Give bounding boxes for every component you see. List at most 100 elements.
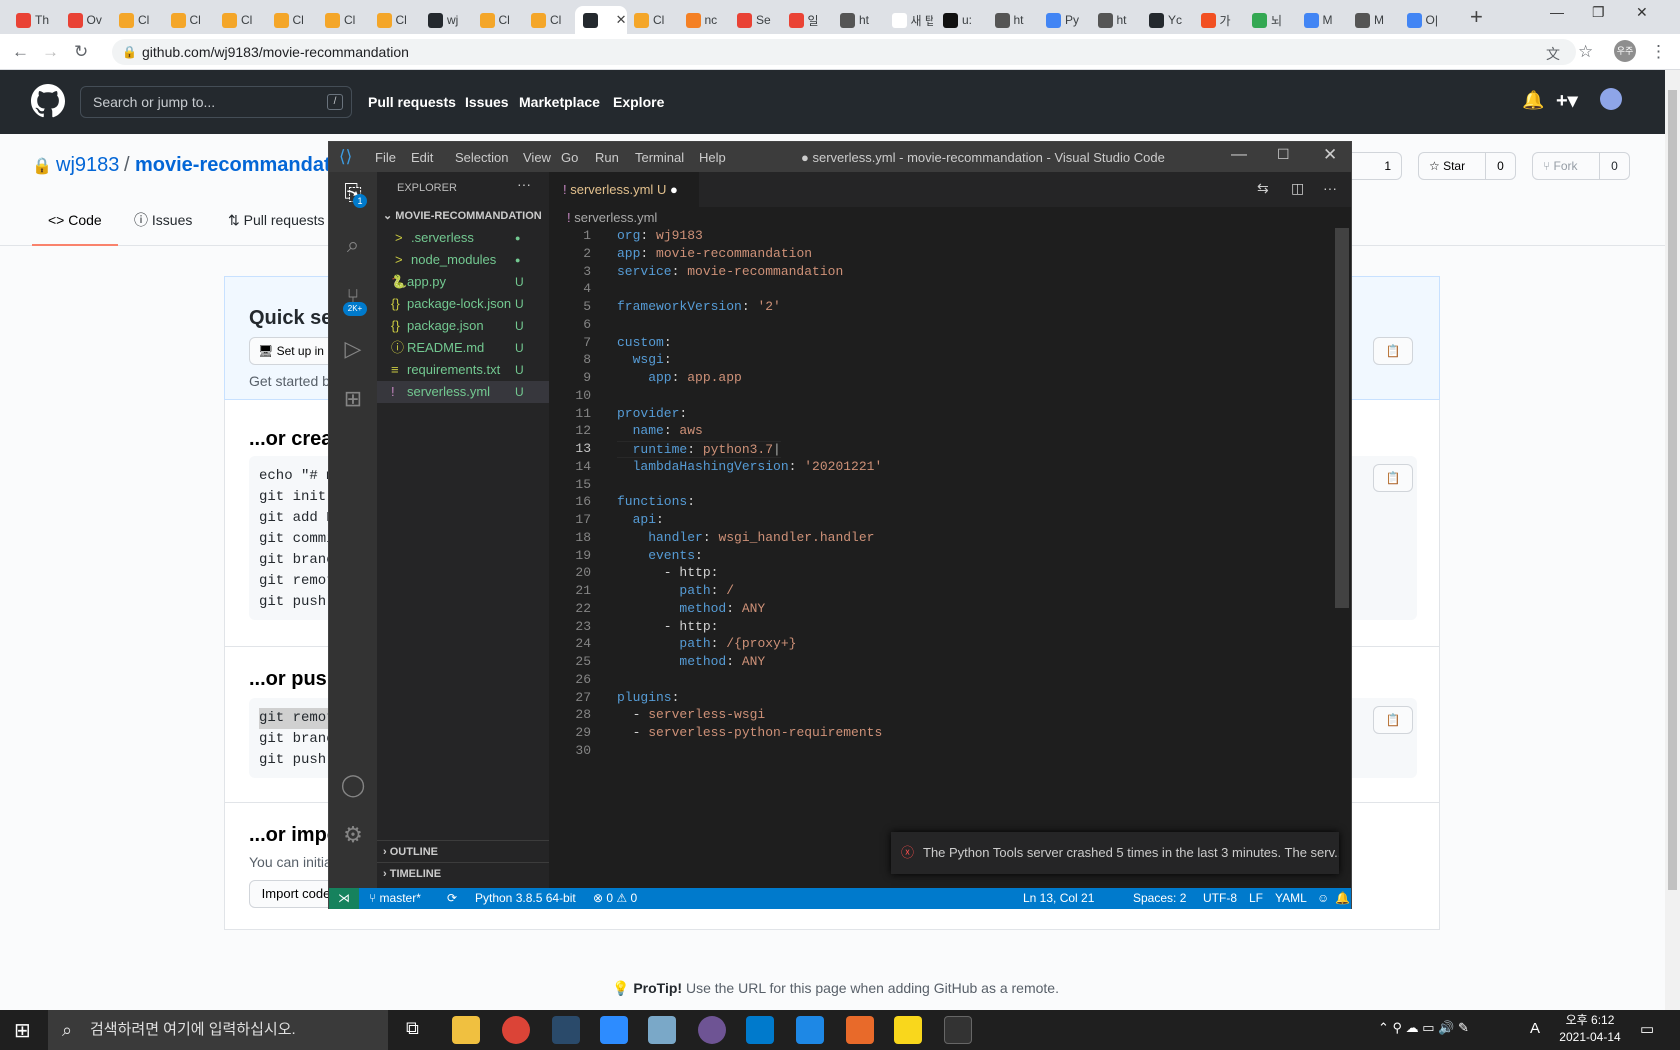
reload-icon[interactable]: ↻ — [74, 42, 88, 62]
browser-tab[interactable]: Se — [729, 6, 779, 34]
code-line[interactable]: plugins: — [617, 690, 679, 705]
menu-edit[interactable]: Edit — [411, 150, 433, 165]
menu-run[interactable]: Run — [595, 150, 619, 165]
notifications-bell-icon[interactable]: 🔔 — [1335, 888, 1350, 909]
browser-tab[interactable]: Cl — [523, 6, 573, 34]
code-line[interactable]: wsgi: — [617, 352, 672, 367]
github-desktop-icon[interactable] — [698, 1016, 726, 1044]
tab-issues[interactable]: ⓘ Issues — [134, 202, 192, 238]
vscode-taskbar-icon[interactable] — [746, 1016, 774, 1044]
outline-section[interactable]: › OUTLINE — [377, 840, 549, 862]
browser-tab[interactable]: 가 — [1193, 6, 1243, 34]
nav-explore[interactable]: Explore — [613, 94, 664, 110]
translate-icon[interactable]: 文 — [1546, 44, 1560, 64]
app-icon[interactable] — [648, 1016, 676, 1044]
browser-tab[interactable]: 새 탭 — [884, 6, 934, 34]
browser-tab[interactable]: u: — [935, 6, 985, 34]
timeline-section[interactable]: › TIMELINE — [377, 862, 549, 884]
code-line[interactable]: custom: — [617, 335, 672, 350]
menu-view[interactable]: View — [523, 150, 551, 165]
editor-scrollbar[interactable] — [1335, 228, 1349, 608]
scrollbar-thumb[interactable] — [1668, 90, 1677, 890]
browser-tab[interactable]: Th — [8, 6, 58, 34]
repo-owner-link[interactable]: wj9183 — [56, 154, 119, 177]
code-line[interactable]: method: ANY — [617, 654, 765, 669]
github-search-input[interactable]: Search or jump to... / — [80, 86, 352, 118]
split-editor-icon[interactable]: ◫ — [1291, 180, 1304, 197]
more-actions-icon[interactable]: ··· — [517, 176, 531, 192]
code-line[interactable]: lambdaHashingVersion: '20201221' — [617, 459, 883, 474]
browser-tab[interactable]: nc — [678, 6, 728, 34]
file-item[interactable]: ! serverless.yml U — [377, 381, 549, 403]
github-logo-icon[interactable] — [31, 84, 65, 118]
file-item[interactable]: {} package-lock.json U — [377, 293, 549, 315]
browser-tab[interactable]: O| — [1399, 6, 1449, 34]
code-line[interactable]: path: /{proxy+} — [617, 636, 796, 651]
bookmark-star-icon[interactable]: ☆ — [1578, 42, 1593, 62]
close-icon[interactable]: ✕ — [1323, 145, 1337, 165]
setup-desktop-button[interactable]: 🖥 Set up in — [249, 337, 339, 365]
close-icon[interactable]: ✕ — [1636, 4, 1648, 21]
task-view-icon[interactable]: ⧉ — [406, 1018, 419, 1039]
back-icon[interactable]: ← — [12, 42, 29, 62]
copy-create-button[interactable]: 📋 — [1373, 464, 1413, 492]
windows-start-icon[interactable]: ⊞ — [14, 1018, 31, 1043]
explorer-icon[interactable]: ⎘ 1 — [339, 180, 367, 208]
language-mode[interactable]: YAML — [1275, 888, 1307, 909]
menu-dots-icon[interactable]: ⋮ — [1650, 42, 1667, 62]
tab-code[interactable]: <> Code — [32, 202, 118, 246]
browser-tab[interactable]: ht — [1090, 6, 1140, 34]
minimap[interactable] — [1289, 228, 1339, 288]
browser-tab[interactable]: M — [1347, 6, 1397, 34]
code-line[interactable]: provider: — [617, 406, 687, 421]
app-icon[interactable] — [796, 1016, 824, 1044]
file-item[interactable]: ≡ requirements.txt U — [377, 359, 549, 381]
menu-terminal[interactable]: Terminal — [635, 150, 684, 165]
browser-tab[interactable]: Cl — [626, 6, 676, 34]
minimize-icon[interactable]: — — [1550, 4, 1564, 20]
terminal-icon[interactable] — [944, 1016, 972, 1044]
browser-tab[interactable]: ✕ — [574, 6, 627, 34]
repo-name-link[interactable]: movie-recommandati — [135, 154, 336, 177]
user-avatar[interactable] — [1600, 88, 1622, 110]
maximize-icon[interactable]: ❐ — [1592, 4, 1605, 21]
zoom-icon[interactable] — [600, 1016, 628, 1044]
browser-tab[interactable]: wj — [420, 6, 470, 34]
kakaotalk-icon[interactable] — [894, 1016, 922, 1044]
problems-status[interactable]: ⊗ 0 ⚠ 0 — [593, 888, 637, 909]
browser-tab[interactable]: M — [1296, 6, 1346, 34]
browser-tab[interactable]: Yc — [1141, 6, 1191, 34]
editor-area[interactable]: ! serverless.yml U ● ⇆ ◫ ··· ! serverles… — [549, 172, 1351, 888]
fork-button[interactable]: ⑂ Fork 0 — [1532, 152, 1630, 180]
browser-tab[interactable]: Cl — [369, 6, 419, 34]
feedback-icon[interactable]: ☺ — [1317, 888, 1329, 909]
code-line[interactable]: api: — [617, 512, 664, 527]
minimize-icon[interactable]: — — [1231, 146, 1247, 164]
project-root[interactable]: ⌄ MOVIE-RECOMMANDATION — [377, 205, 549, 227]
code-line[interactable]: app: app.app — [617, 370, 742, 385]
code-line[interactable]: path: / — [617, 583, 734, 598]
code-line[interactable]: - serverless-wsgi — [617, 707, 766, 722]
file-item[interactable]: > node_modules ● — [377, 249, 549, 271]
taskbar-search-input[interactable]: ⌕ 검색하려면 여기에 입력하십시오. — [48, 1010, 388, 1050]
browser-tab[interactable]: Cl — [111, 6, 161, 34]
settings-gear-icon[interactable]: ⚙ — [339, 822, 367, 850]
cursor-position[interactable]: Ln 13, Col 21 — [1023, 888, 1094, 909]
menu-go[interactable]: Go — [561, 150, 578, 165]
browser-tab[interactable]: Cl — [163, 6, 213, 34]
code-line[interactable]: - serverless-python-requirements — [617, 725, 883, 740]
menu-help[interactable]: Help — [699, 150, 726, 165]
code-line[interactable]: - http: — [617, 565, 719, 580]
sync-icon[interactable]: ⟳ — [447, 888, 457, 909]
run-debug-icon[interactable]: ▷ — [339, 336, 367, 364]
browser-tab[interactable]: Cl — [214, 6, 264, 34]
source-control-icon[interactable]: ⑂ 2K+ — [339, 284, 367, 316]
browser-tab[interactable]: Py — [1038, 6, 1088, 34]
code-line[interactable]: runtime: python3.7| — [617, 441, 781, 458]
browser-tab[interactable]: Ov — [60, 6, 110, 34]
bell-icon[interactable]: 🔔 — [1522, 90, 1544, 111]
code-line[interactable]: - http: — [617, 619, 719, 634]
code-line[interactable]: service: movie-recommandation — [617, 264, 843, 279]
new-tab-icon[interactable]: + — [1470, 4, 1483, 30]
error-notification[interactable]: ⓧ The Python Tools server crashed 5 times… — [891, 832, 1339, 874]
